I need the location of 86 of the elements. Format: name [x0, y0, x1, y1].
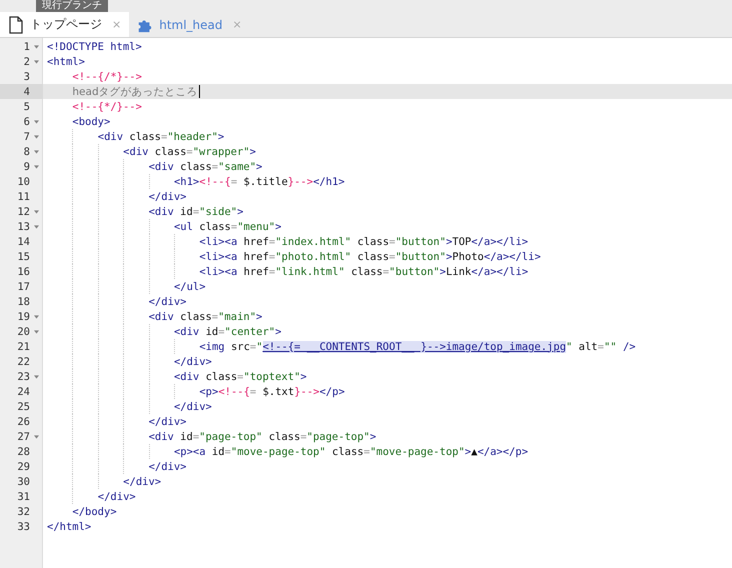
fold-caret-icon[interactable]	[34, 44, 39, 48]
line-number: 32	[16, 506, 30, 518]
code-line: <h1><!--{= $.title}--></h1>	[174, 176, 345, 188]
line-number: 14	[16, 236, 30, 248]
code-line: </div>	[148, 190, 186, 202]
line-number: 25	[16, 400, 30, 412]
code-line: <!DOCTYPE html>	[47, 40, 142, 52]
line-number: 11	[16, 190, 30, 202]
text-cursor	[198, 85, 200, 98]
code-line: <li><a href="link.html" class="button">Link</a></li>	[199, 266, 528, 278]
fold-caret-icon[interactable]	[34, 330, 39, 334]
line-number: 22	[16, 356, 30, 368]
code-line: </ul>	[174, 280, 206, 292]
line-number: 29	[16, 460, 30, 472]
code-line: <div class="wrapper">	[123, 146, 256, 158]
code-line: </div>	[174, 356, 212, 368]
line-number: 27	[16, 430, 30, 442]
code-line: <li><a href="photo.html" class="button">Photo</a></li>	[199, 250, 541, 262]
code-line: <!--{*/}-->	[72, 100, 142, 112]
line-number: 16	[16, 266, 30, 278]
code-line: <div id="side">	[148, 206, 244, 218]
fold-caret-icon[interactable]	[34, 224, 39, 228]
fold-caret-icon[interactable]	[34, 134, 39, 138]
fold-caret-icon[interactable]	[34, 314, 39, 318]
code-line: <ul class="menu">	[174, 220, 282, 232]
line-number: 33	[16, 520, 30, 532]
editor-tab[interactable]: html_head ×	[129, 12, 250, 37]
line-number: 2	[22, 56, 30, 68]
line-number: 4	[22, 86, 30, 98]
line-number: 21	[16, 340, 30, 352]
line-number: 30	[16, 476, 30, 488]
document-icon	[8, 16, 24, 34]
line-number: 15	[16, 250, 30, 262]
editor-tab[interactable]: トップページ ×	[0, 12, 130, 37]
line-number: 24	[16, 386, 30, 398]
code-line: <!--{/*}-->	[72, 70, 142, 82]
line-number: 9	[22, 160, 30, 172]
code-line: </html>	[47, 520, 92, 532]
branch-label: 現行ブランチ	[36, 0, 108, 12]
fold-caret-icon[interactable]	[34, 374, 39, 378]
line-number: 18	[16, 296, 30, 308]
code-line: </div>	[148, 416, 186, 428]
code-line: <div class="header">	[98, 130, 224, 142]
line-number: 1	[22, 40, 30, 52]
code-line: <div class="same">	[148, 160, 262, 172]
code-line: <div class="main">	[148, 310, 262, 322]
fold-caret-icon[interactable]	[34, 60, 39, 64]
fold-caret-icon[interactable]	[34, 434, 39, 438]
code-line: <html>	[47, 56, 85, 68]
line-number: 23	[16, 370, 30, 382]
code-line: </div>	[123, 476, 162, 488]
code-editor[interactable]	[0, 38, 732, 568]
line-number: 12	[16, 206, 30, 218]
line-number: 28	[16, 446, 30, 458]
close-icon[interactable]: ×	[232, 18, 242, 31]
line-number: 19	[16, 310, 30, 322]
code-line: <img src="<!--{= __CONTENTS_ROOT__ }-->image/top_image.jpg" alt="" />	[199, 340, 636, 352]
line-number: 10	[16, 176, 30, 188]
code-line: <p><!--{= $.txt}--></p>	[199, 386, 345, 398]
code-line: </body>	[72, 506, 117, 518]
fold-caret-icon[interactable]	[34, 120, 39, 124]
code-line: </div>	[148, 460, 186, 472]
code-line: <li><a href="index.html" class="button">TOP</a></li>	[199, 236, 528, 248]
line-number: 8	[22, 146, 30, 158]
line-number: 13	[16, 220, 30, 232]
code-line: <p><a id="move-page-top" class="move-page-top">▲</a></p>	[174, 446, 528, 458]
line-number: 7	[22, 130, 30, 142]
line-number: 17	[16, 280, 30, 292]
line-number: 31	[16, 490, 30, 502]
fold-caret-icon[interactable]	[34, 150, 39, 154]
fold-caret-icon[interactable]	[34, 164, 39, 168]
code-line: <div id="page-top" class="page-top">	[148, 430, 376, 442]
code-line: </div>	[174, 400, 212, 412]
code-line: <body>	[72, 116, 110, 128]
code-line: </div>	[148, 296, 186, 308]
line-number: 26	[16, 416, 30, 428]
line-number: 3	[22, 70, 30, 82]
code-line: <div class="toptext">	[174, 370, 307, 382]
code-line: headタグがあったところ	[72, 84, 198, 98]
code-line: <div id="center">	[174, 326, 282, 338]
code-line: </div>	[98, 490, 136, 502]
fold-caret-icon[interactable]	[34, 210, 39, 214]
line-number: 6	[22, 116, 30, 128]
line-number: 5	[22, 100, 30, 112]
line-number: 20	[16, 326, 30, 338]
close-icon[interactable]: ×	[112, 18, 122, 31]
